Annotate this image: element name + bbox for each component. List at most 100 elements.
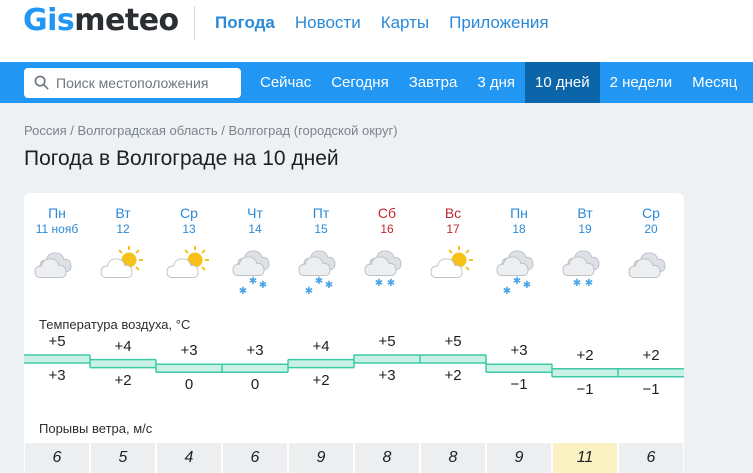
svg-text:✱: ✱ bbox=[249, 276, 257, 287]
day-of-week: Вт bbox=[115, 205, 131, 221]
svg-text:✱: ✱ bbox=[259, 280, 267, 291]
topnav-apps[interactable]: Приложения bbox=[449, 13, 548, 33]
temp-min-value: −1 bbox=[642, 380, 660, 398]
temp-min-value: +3 bbox=[48, 367, 66, 384]
logo-part2: meteo bbox=[74, 3, 179, 38]
search-placeholder: Поиск местоположения bbox=[56, 75, 209, 91]
temp-max-value: +4 bbox=[114, 337, 132, 355]
day-date: 18 bbox=[512, 222, 526, 236]
wind-gust-value: 8 bbox=[421, 443, 485, 473]
day-header[interactable]: Пт 15 bbox=[288, 204, 354, 237]
wind-gust-value: 9 bbox=[487, 443, 551, 473]
temp-max-value: +5 bbox=[444, 333, 462, 350]
logo-part1: Gis bbox=[23, 3, 75, 38]
temp-max-value: +4 bbox=[312, 337, 330, 355]
tab-today[interactable]: Сегодня bbox=[321, 62, 399, 103]
day-of-week: Ср bbox=[180, 205, 198, 221]
svg-text:✱: ✱ bbox=[325, 280, 333, 291]
wind-gust-value: 6 bbox=[619, 443, 683, 473]
svg-text:✱: ✱ bbox=[585, 278, 593, 289]
svg-text:✱: ✱ bbox=[523, 280, 531, 291]
day-date: 20 bbox=[644, 222, 658, 236]
temperature-band bbox=[222, 364, 288, 373]
day-header[interactable]: Вс 17 bbox=[420, 204, 486, 237]
day-of-week: Пт bbox=[312, 205, 330, 221]
cloudy-icon bbox=[24, 246, 90, 306]
svg-text:✱: ✱ bbox=[315, 276, 323, 287]
period-tabs: Сейчас Сегодня Завтра 3 дня 10 дней 2 не… bbox=[250, 62, 747, 103]
temp-max-value: +5 bbox=[378, 333, 396, 350]
tab-10-days[interactable]: 10 дней bbox=[525, 62, 600, 103]
partly-cloudy-icon bbox=[90, 246, 156, 306]
day-of-week: Ср bbox=[642, 205, 660, 221]
gismeteo-logo[interactable]: Gismeteo bbox=[23, 3, 179, 38]
temp-max-value: +3 bbox=[510, 342, 528, 360]
temperature-band bbox=[90, 359, 156, 368]
topnav-weather[interactable]: Погода bbox=[215, 13, 275, 33]
day-of-week: Вс bbox=[444, 205, 462, 221]
svg-text:✱: ✱ bbox=[573, 278, 581, 289]
day-date: 15 bbox=[314, 222, 328, 236]
svg-text:✱: ✱ bbox=[239, 286, 247, 297]
day-header[interactable]: Чт 14 bbox=[222, 204, 288, 237]
tab-tomorrow[interactable]: Завтра bbox=[399, 62, 468, 103]
cloudy-snow-icon: ✱ ✱ ✱ bbox=[222, 246, 288, 306]
day-date: 13 bbox=[182, 222, 196, 236]
day-header[interactable]: Вт 12 bbox=[90, 204, 156, 237]
day-date: 11 нояб bbox=[35, 222, 79, 236]
cloudy-light-snow-icon: ✱ ✱ bbox=[354, 246, 420, 306]
temp-min-value: 0 bbox=[250, 376, 260, 394]
day-date: 16 bbox=[380, 222, 394, 236]
tab-month[interactable]: Месяц bbox=[682, 62, 747, 103]
page-title: Погода в Волгограде на 10 дней bbox=[24, 147, 339, 170]
temp-max-value: +5 bbox=[48, 333, 66, 350]
svg-text:✱: ✱ bbox=[503, 286, 511, 297]
topnav-news[interactable]: Новости bbox=[295, 13, 361, 33]
day-of-week: Пн bbox=[510, 205, 528, 221]
wind-gust-value: 8 bbox=[355, 443, 419, 473]
top-header: Gismeteo Погода Новости Карты Приложения bbox=[0, 0, 753, 62]
tab-3-days[interactable]: 3 дня bbox=[467, 62, 525, 103]
search-icon bbox=[34, 75, 49, 90]
svg-text:✱: ✱ bbox=[375, 278, 383, 289]
day-date: 17 bbox=[446, 222, 460, 236]
cloudy-snow-icon: ✱ ✱ ✱ bbox=[288, 246, 354, 306]
breadcrumb[interactable]: Россия / Волгоградская область / Волгогр… bbox=[24, 123, 398, 138]
partly-cloudy-icon bbox=[156, 246, 222, 306]
temperature-band bbox=[618, 368, 684, 377]
temperature-band bbox=[24, 355, 90, 363]
temperature-band bbox=[552, 368, 618, 377]
day-header[interactable]: Пн 11 нояб bbox=[24, 204, 90, 237]
temperature-band bbox=[420, 355, 486, 363]
day-of-week: Сб bbox=[377, 205, 397, 221]
forecast-nav-bar: Поиск местоположения Сейчас Сегодня Завт… bbox=[0, 62, 753, 103]
wind-gust-value: 6 bbox=[223, 443, 287, 473]
topnav-maps[interactable]: Карты bbox=[381, 13, 429, 33]
wind-gust-value: 9 bbox=[289, 443, 353, 473]
day-header[interactable]: Вт 19 bbox=[552, 204, 618, 237]
day-header[interactable]: Пн 18 bbox=[486, 204, 552, 237]
top-nav: Погода Новости Карты Приложения bbox=[215, 13, 549, 33]
wind-gust-value: 5 bbox=[91, 443, 155, 473]
day-of-week: Пн bbox=[48, 205, 66, 221]
day-header[interactable]: Ср 13 bbox=[156, 204, 222, 237]
day-header[interactable]: Сб 16 bbox=[354, 204, 420, 237]
cloudy-icon bbox=[618, 246, 684, 306]
temp-min-value: −1 bbox=[576, 380, 594, 398]
temp-max-value: +2 bbox=[576, 346, 594, 364]
day-date: 12 bbox=[116, 222, 130, 236]
search-input[interactable]: Поиск местоположения bbox=[24, 68, 241, 98]
temp-min-value: +2 bbox=[312, 371, 330, 389]
temp-min-value: +2 bbox=[444, 367, 462, 384]
tab-2-weeks[interactable]: 2 недели bbox=[600, 62, 683, 103]
temperature-band bbox=[156, 364, 222, 373]
wind-label: Порывы ветра, м/с bbox=[39, 421, 153, 436]
temp-min-value: −1 bbox=[510, 376, 528, 394]
day-date: 14 bbox=[248, 222, 262, 236]
day-header[interactable]: Ср 20 bbox=[618, 204, 684, 237]
temperature-band bbox=[354, 355, 420, 363]
tab-now[interactable]: Сейчас bbox=[250, 62, 321, 103]
temperature-label: Температура воздуха, °C bbox=[39, 317, 191, 332]
svg-text:✱: ✱ bbox=[305, 286, 313, 297]
svg-text:✱: ✱ bbox=[387, 278, 395, 289]
